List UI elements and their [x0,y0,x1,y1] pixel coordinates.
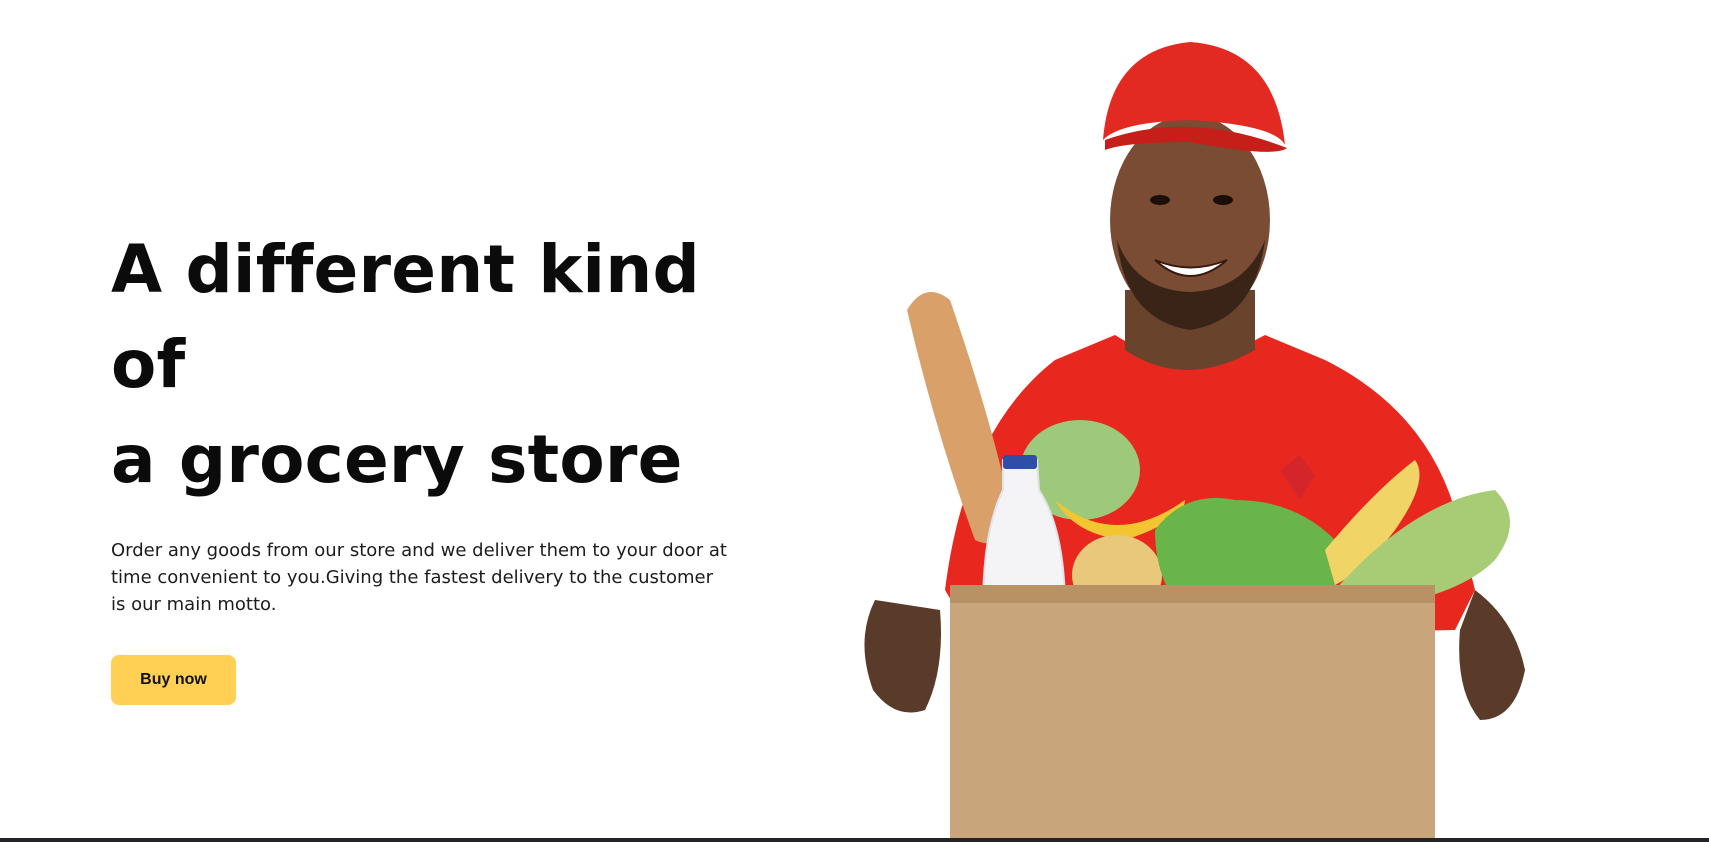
right-eye [1213,195,1233,205]
left-arm [864,600,941,713]
left-eye [1150,195,1170,205]
right-arm [1459,590,1525,720]
hero-delivery-image [864,42,1525,838]
hero-description: Order any goods from our store and we de… [111,540,727,615]
hero-title-line-1: A different kind of [111,231,700,403]
hero-section: A different kind of a grocery store Orde… [0,0,1709,842]
hero-text-block: A different kind of a grocery store Orde… [111,222,751,705]
box-flap [950,585,1435,603]
bottom-divider [0,838,1709,842]
hero-title-line-2: a grocery store [111,421,683,498]
milk-cap [1003,455,1037,469]
cardboard-box [950,585,1435,838]
buy-now-button[interactable]: Buy now [111,655,236,705]
hero-title: A different kind of a grocery store [111,222,751,507]
